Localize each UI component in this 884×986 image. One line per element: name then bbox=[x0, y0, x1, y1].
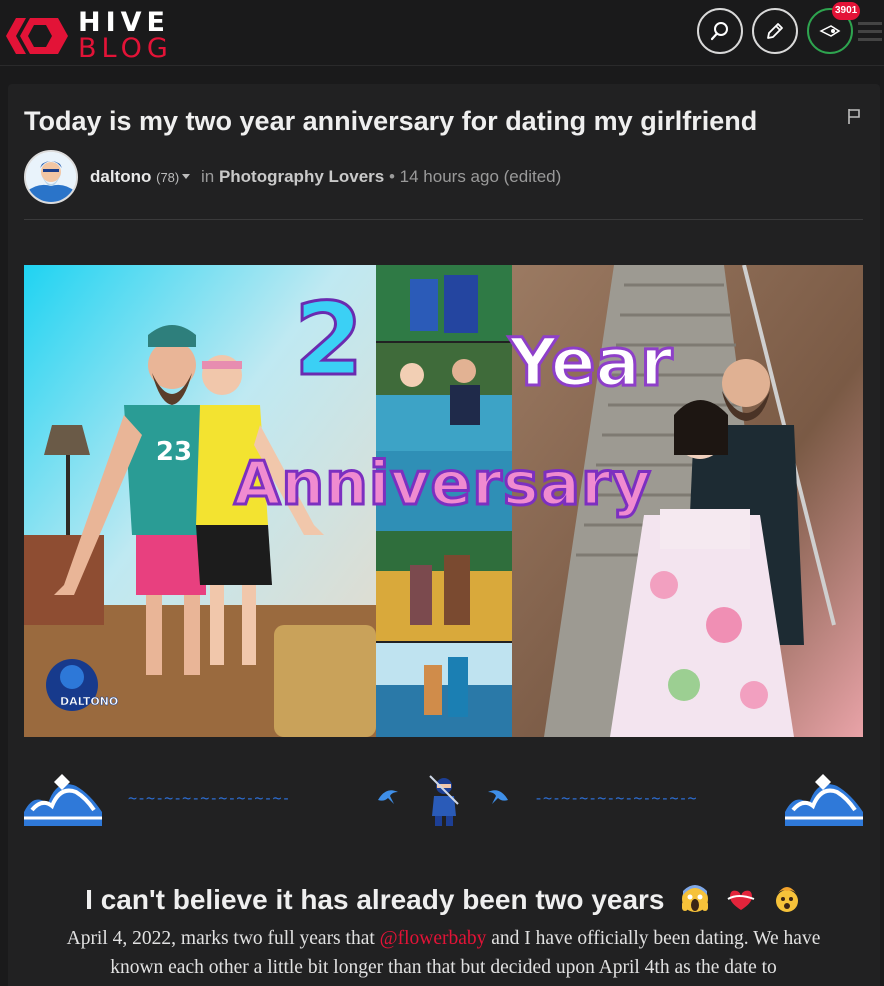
hero-number-text: 2 bbox=[293, 281, 366, 398]
svg-text:23: 23 bbox=[156, 437, 192, 467]
separator-line-right: -~-~-~-~-~-~-~-~-~ bbox=[534, 789, 697, 807]
hero-brand-text: DALTONO bbox=[60, 695, 119, 709]
post-meta: daltono (78) in Photography Lovers • 14 … bbox=[90, 166, 561, 189]
notification-count-badge[interactable]: 3901 bbox=[832, 2, 861, 20]
chevron-down-icon[interactable] bbox=[182, 174, 191, 179]
screaming-face-emoji-icon bbox=[682, 885, 709, 912]
wave-icon bbox=[24, 774, 102, 826]
community-link[interactable]: Photography Lovers bbox=[219, 167, 384, 186]
post-hero-image: 23 2 Year Anniversary DALTONO bbox=[24, 265, 863, 737]
body-heading: I can't believe it has already been two … bbox=[24, 880, 863, 920]
separator-line-left: ~-~-~-~-~-~-~-~-~- bbox=[128, 789, 291, 807]
paragraph-text-1: April 4, 2022, marks two full years that bbox=[66, 928, 380, 949]
post-title: Today is my two year anniversary for dat… bbox=[24, 106, 758, 136]
top-navigation-bar: HIVE BLOG 3901 bbox=[0, 0, 884, 66]
in-label: in bbox=[200, 167, 215, 186]
body-heading-text: I can't believe it has already been two … bbox=[85, 884, 665, 915]
author-avatar-image bbox=[26, 152, 76, 202]
mention-link[interactable]: @flowerbaby bbox=[380, 928, 487, 949]
wave-icon bbox=[785, 774, 863, 826]
paragraph-text-3: known each other a little bit longer tha… bbox=[110, 957, 777, 978]
hero-year-text: Year bbox=[508, 323, 675, 403]
menu-icon[interactable] bbox=[858, 22, 882, 42]
search-button[interactable] bbox=[697, 8, 743, 54]
ninja-mascot-icon bbox=[429, 775, 459, 826]
user-avatar-icon bbox=[819, 25, 841, 37]
author-avatar[interactable] bbox=[24, 150, 78, 204]
hero-anniversary-text: Anniversary bbox=[233, 448, 653, 521]
post-time: • 14 hours ago (edited) bbox=[389, 167, 562, 186]
search-icon bbox=[710, 22, 728, 41]
hive-blog-logo[interactable]: HIVE BLOG bbox=[6, 8, 176, 64]
meta-divider bbox=[24, 219, 863, 220]
pencil-icon bbox=[767, 23, 783, 39]
paragraph-text-2: and I have officially been dating. We ha… bbox=[486, 928, 821, 949]
dolphin-icon bbox=[488, 790, 508, 804]
author-reputation: (78) bbox=[156, 170, 180, 185]
dolphin-icon bbox=[378, 790, 398, 804]
logo-text-blog: BLOG bbox=[78, 33, 173, 64]
hearts-emoji-icon bbox=[727, 890, 755, 910]
decorative-separator: ~-~-~-~-~-~-~-~-~- -~-~-~-~-~-~-~-~-~ bbox=[24, 772, 863, 828]
author-name[interactable]: daltono bbox=[90, 167, 151, 186]
write-post-button[interactable] bbox=[752, 8, 798, 54]
hive-logo-icon bbox=[6, 18, 68, 54]
mind-blown-emoji-icon bbox=[775, 887, 798, 912]
body-paragraph: April 4, 2022, marks two full years that… bbox=[24, 924, 863, 982]
flag-icon[interactable] bbox=[847, 108, 861, 124]
